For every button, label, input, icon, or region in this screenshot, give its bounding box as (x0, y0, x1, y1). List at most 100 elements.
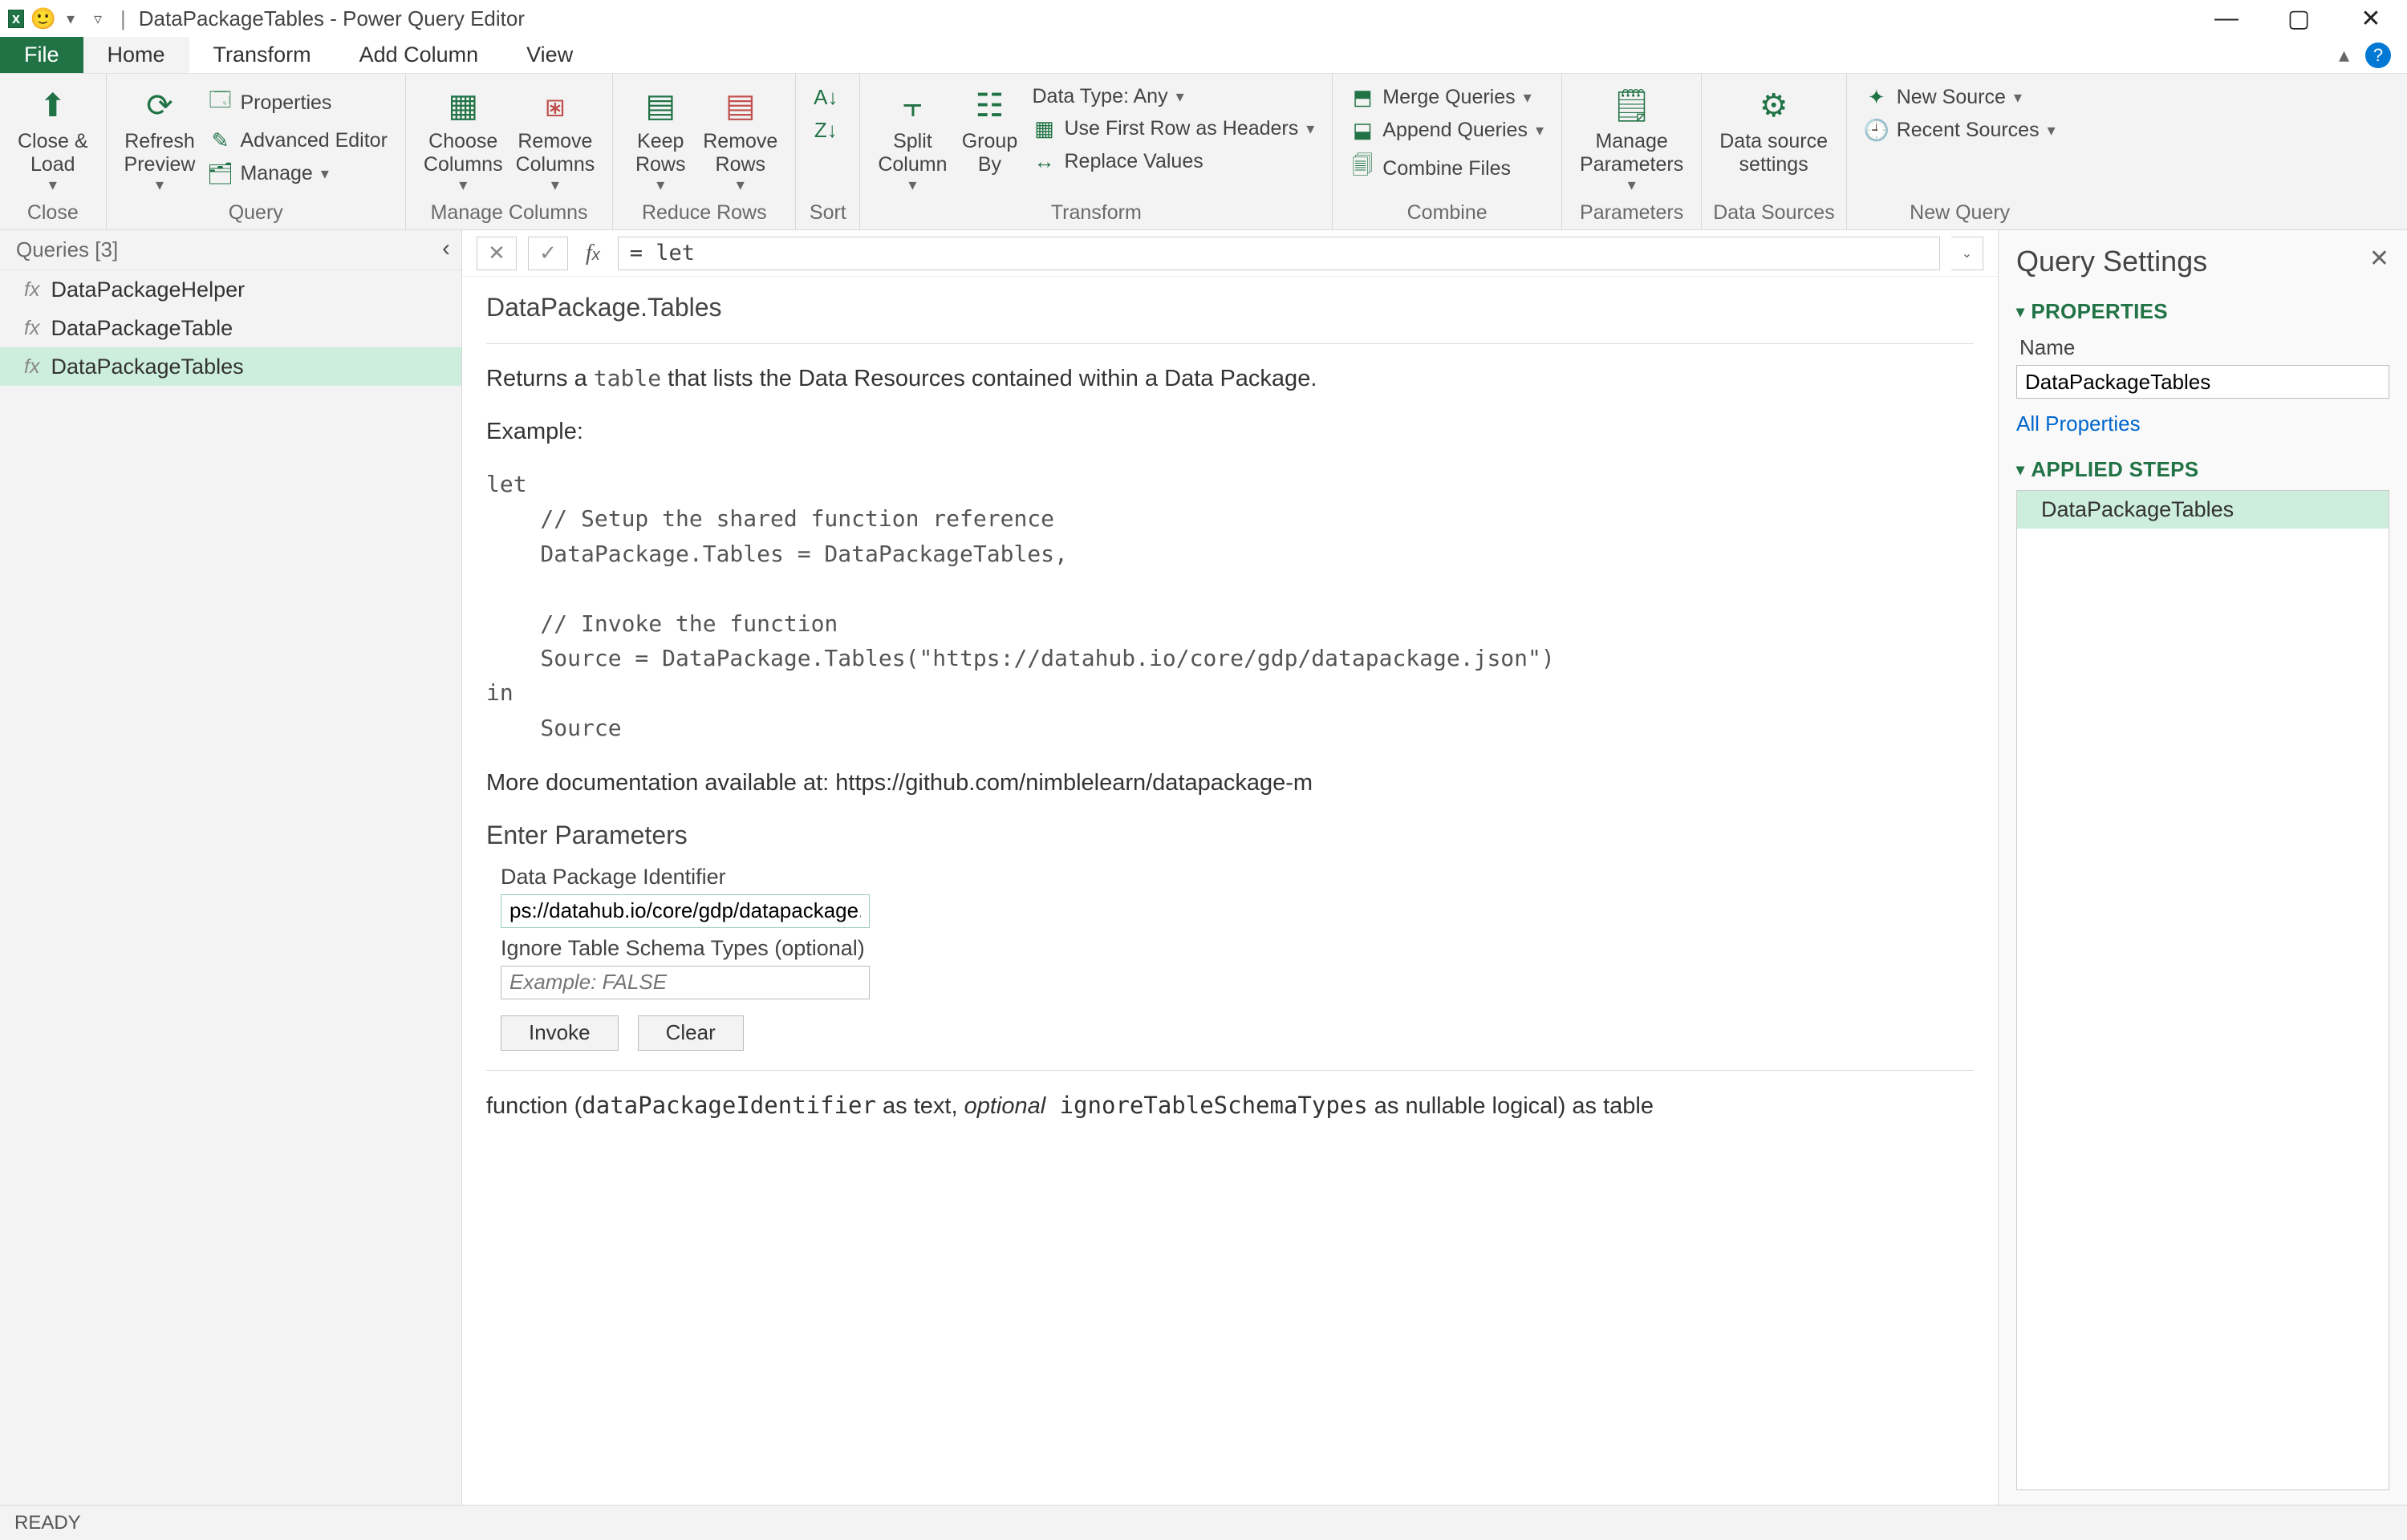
smiley-icon[interactable]: 🙂 (34, 9, 53, 28)
tab-view[interactable]: View (502, 37, 597, 73)
recent-sources-button[interactable]: 🕘Recent Sources (1861, 116, 2059, 144)
group-query: ⟳ Refresh Preview 🗔Properties ✎Advanced … (107, 74, 406, 229)
title-bar: x 🙂 ▾ ▿ | DataPackageTables - Power Quer… (0, 0, 2407, 37)
recent-sources-icon: 🕘 (1865, 118, 1889, 143)
append-queries-button[interactable]: ⬓Append Queries (1347, 116, 1547, 144)
query-item-2[interactable]: fxDataPackageTables (0, 347, 461, 386)
keep-rows-icon: ▤ (645, 83, 676, 128)
applied-step-0[interactable]: DataPackageTables (2017, 491, 2389, 529)
group-data-sources: ⚙Data source settings Data Sources (1702, 74, 1846, 229)
param2-label: Ignore Table Schema Types (optional) (501, 936, 1974, 961)
new-source-button[interactable]: ✦New Source (1861, 83, 2059, 111)
collapse-ribbon-icon[interactable]: ▴ (2339, 43, 2349, 67)
manage-button[interactable]: 🗂Manage (205, 160, 390, 188)
group-transform: ⫟Split Column ☷Group By Data Type: Any ▦… (860, 74, 1333, 229)
invoke-button[interactable]: Invoke (501, 1015, 619, 1051)
fx-icon: fx (24, 355, 39, 379)
function-title: DataPackage.Tables (486, 293, 1974, 322)
close-window-button[interactable]: ✕ (2335, 0, 2407, 37)
query-settings-panel: ✕ Query Settings PROPERTIES Name All Pro… (1998, 230, 2407, 1505)
formula-bar: ✕ ✓ fx ⌄ (462, 230, 1998, 277)
keep-rows-button[interactable]: ▤Keep Rows (624, 79, 696, 195)
refresh-icon: ⟳ (146, 83, 173, 128)
query-name-input[interactable] (2016, 365, 2389, 399)
sort-asc-icon: A↓ (814, 85, 838, 110)
maximize-button[interactable]: ▢ (2263, 0, 2335, 37)
properties-section-header[interactable]: PROPERTIES (2016, 299, 2389, 324)
minimize-button[interactable]: — (2190, 0, 2263, 37)
group-by-button[interactable]: ☷Group By (953, 79, 1025, 176)
group-sort: A↓ Z↓ Sort (796, 74, 860, 229)
remove-columns-icon: ⧆ (545, 83, 565, 128)
status-text: READY (14, 1512, 81, 1534)
properties-button[interactable]: 🗔Properties (205, 83, 390, 122)
data-source-settings-button[interactable]: ⚙Data source settings (1713, 79, 1834, 176)
status-bar: READY (0, 1505, 2407, 1540)
new-source-icon: ✦ (1865, 85, 1889, 110)
group-manage-columns: ▦Choose Columns ⧆Remove Columns Manage C… (406, 74, 613, 229)
example-label: Example: (486, 415, 1974, 450)
fx-icon: fx (24, 317, 39, 340)
collapse-queries-icon[interactable]: ‹ (442, 235, 450, 262)
combine-files-button[interactable]: 🗐Combine Files (1347, 149, 1547, 188)
help-icon[interactable]: ? (2365, 43, 2391, 68)
query-item-1[interactable]: fxDataPackageTable (0, 309, 461, 347)
remove-columns-button[interactable]: ⧆Remove Columns (509, 79, 602, 195)
append-icon: ⬓ (1350, 118, 1374, 143)
tab-file[interactable]: File (0, 37, 83, 73)
sort-desc-icon: Z↓ (814, 118, 838, 143)
clear-button[interactable]: Clear (638, 1015, 744, 1051)
expand-formula-icon[interactable]: ⌄ (1951, 237, 1983, 270)
commit-formula-icon[interactable]: ✓ (528, 237, 568, 270)
tab-home[interactable]: Home (83, 37, 189, 73)
properties-icon: 🗔 (208, 85, 232, 120)
group-new-query: ✦New Source 🕘Recent Sources New Query (1847, 74, 2073, 229)
remove-rows-button[interactable]: ▤Remove Rows (696, 79, 784, 195)
manage-icon: 🗂 (208, 161, 232, 186)
group-parameters: 🗒Manage Parameters Parameters (1562, 74, 1702, 229)
manage-parameters-button[interactable]: 🗒Manage Parameters (1573, 79, 1690, 195)
qat-overflow-icon[interactable]: ▿ (88, 9, 108, 28)
sort-desc-button[interactable]: Z↓ (810, 116, 841, 144)
qat-dropdown-icon[interactable]: ▾ (61, 9, 80, 28)
param1-input[interactable] (501, 894, 870, 928)
split-column-button[interactable]: ⫟Split Column (871, 79, 953, 195)
advanced-editor-button[interactable]: ✎Advanced Editor (205, 127, 390, 155)
refresh-preview-button[interactable]: ⟳ Refresh Preview (118, 79, 202, 195)
close-settings-icon[interactable]: ✕ (2369, 245, 2389, 273)
cancel-formula-icon[interactable]: ✕ (477, 237, 517, 270)
tab-add-column[interactable]: Add Column (335, 37, 503, 73)
name-label: Name (2019, 335, 2389, 360)
split-column-icon: ⫟ (903, 83, 922, 128)
ribbon-tabs: File Home Transform Add Column View ▴ ? (0, 37, 2407, 74)
formula-input[interactable] (618, 237, 1940, 270)
center-panel: ✕ ✓ fx ⌄ DataPackage.Tables Returns a ta… (462, 230, 1998, 1505)
all-properties-link[interactable]: All Properties (2016, 411, 2141, 436)
query-item-0[interactable]: fxDataPackageHelper (0, 270, 461, 309)
window-title: DataPackageTables - Power Query Editor (139, 6, 525, 31)
data-type-button[interactable]: Data Type: Any (1029, 83, 1317, 110)
choose-columns-button[interactable]: ▦Choose Columns (417, 79, 509, 195)
enter-parameters-heading: Enter Parameters (486, 821, 1974, 850)
advanced-editor-icon: ✎ (208, 128, 232, 153)
first-row-headers-button[interactable]: ▦Use First Row as Headers (1029, 115, 1317, 143)
group-close: ⬆ Close & Load Close (0, 74, 107, 229)
tab-transform[interactable]: Transform (189, 37, 335, 73)
param2-input[interactable] (501, 966, 870, 999)
function-signature: function (dataPackageIdentifier as text,… (486, 1088, 1974, 1125)
combine-files-icon: 🗐 (1350, 151, 1374, 186)
merge-queries-button[interactable]: ⬒Merge Queries (1347, 83, 1547, 111)
function-description: Returns a table that lists the Data Reso… (486, 362, 1974, 397)
applied-steps-header[interactable]: APPLIED STEPS (2016, 457, 2389, 482)
close-and-load-button[interactable]: ⬆ Close & Load (11, 79, 95, 195)
group-reduce-rows: ▤Keep Rows ▤Remove Rows Reduce Rows (613, 74, 796, 229)
example-code: let // Setup the shared function referen… (486, 467, 1974, 745)
applied-steps-list: DataPackageTables (2016, 490, 2389, 1490)
data-source-icon: ⚙ (1760, 83, 1788, 128)
replace-values-button[interactable]: ↔Replace Values (1029, 148, 1317, 176)
choose-columns-icon: ▦ (448, 83, 478, 128)
ribbon: ⬆ Close & Load Close ⟳ Refresh Preview 🗔… (0, 74, 2407, 230)
queries-panel: Queries [3] ‹ fxDataPackageHelper fxData… (0, 230, 462, 1505)
remove-rows-icon: ▤ (725, 83, 756, 128)
sort-asc-button[interactable]: A↓ (810, 83, 841, 111)
